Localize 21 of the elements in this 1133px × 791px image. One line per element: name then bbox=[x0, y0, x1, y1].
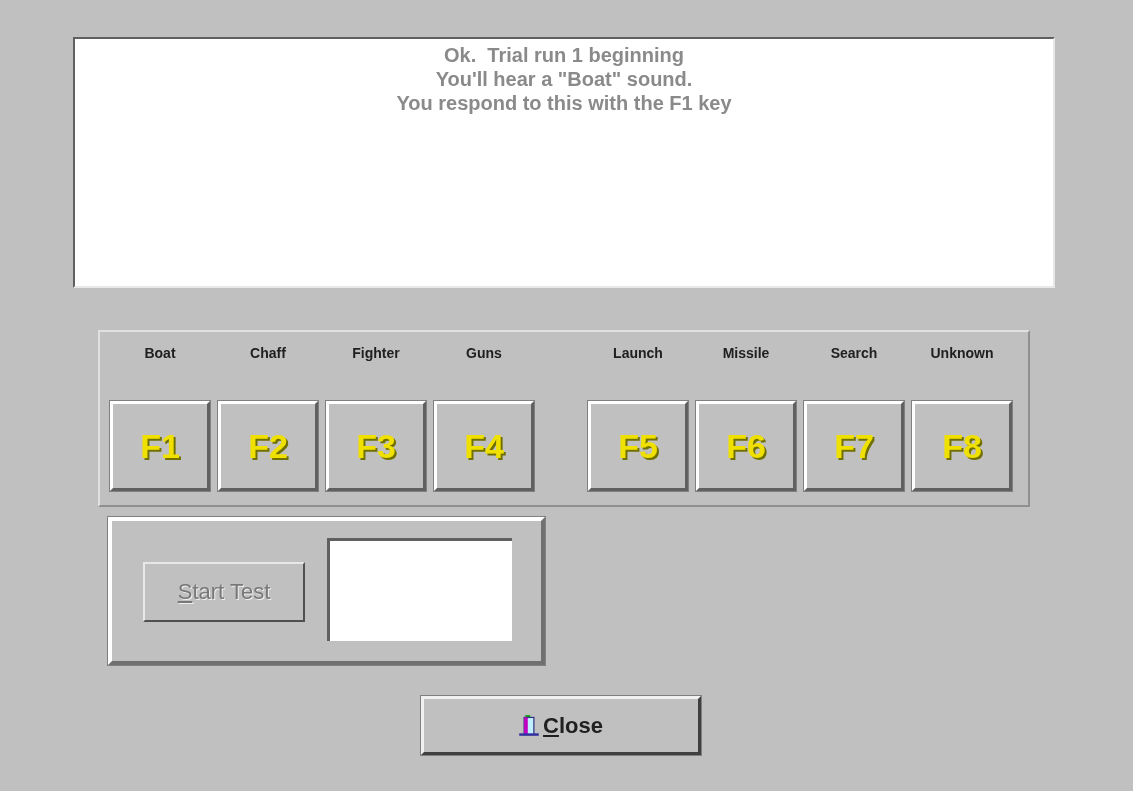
key-label: Missile bbox=[722, 345, 770, 363]
function-key-button[interactable]: F3 bbox=[326, 401, 426, 491]
key-label: Guns bbox=[466, 345, 502, 363]
key-label: Boat bbox=[144, 345, 176, 363]
key-label: Unknown bbox=[930, 345, 994, 363]
function-key-button[interactable]: F1 bbox=[110, 401, 210, 491]
function-key-button[interactable]: F7 bbox=[804, 401, 904, 491]
function-key-button[interactable]: F2 bbox=[218, 401, 318, 491]
key-label: Chaff bbox=[250, 345, 286, 363]
door-icon bbox=[519, 714, 540, 737]
key-label: Launch bbox=[613, 345, 663, 363]
function-key-button[interactable]: F5 bbox=[588, 401, 688, 491]
close-button[interactable]: Close bbox=[421, 696, 701, 755]
key-label: Search bbox=[830, 345, 878, 363]
message-text: Ok. Trial run 1 beginning bbox=[443, 43, 685, 67]
function-key-button[interactable]: F4 bbox=[434, 401, 534, 491]
message-text: You respond to this with the F1 key bbox=[395, 91, 733, 115]
function-key-button[interactable]: F6 bbox=[696, 401, 796, 491]
function-key-button[interactable]: F8 bbox=[912, 401, 1012, 491]
key-label: Fighter bbox=[352, 345, 400, 363]
message-text: You'll hear a "Boat" sound. bbox=[434, 67, 694, 91]
